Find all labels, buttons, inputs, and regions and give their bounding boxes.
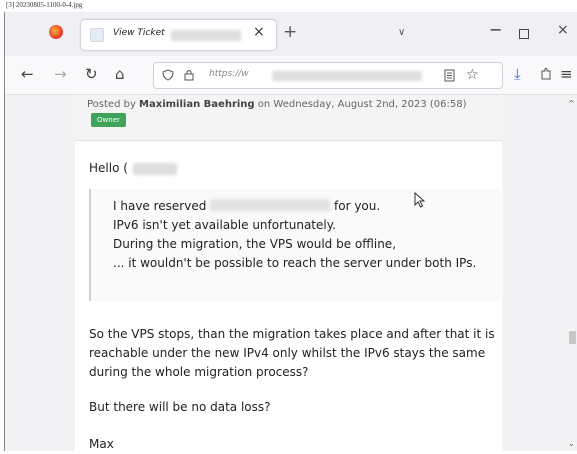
redacted-tab-title [171, 30, 241, 41]
quoted-text-block: I have reserved for you. IPv6 isn't yet … [89, 189, 503, 301]
redacted-ip [210, 199, 331, 211]
home-button[interactable]: ⌂ [115, 65, 125, 83]
tracking-protection-icon[interactable] [162, 69, 174, 81]
url-text: https://w [209, 69, 249, 79]
quote-content: I have reserved for you. IPv6 isn't yet … [113, 197, 493, 273]
tab-view-ticket[interactable]: View Ticket × [81, 20, 276, 50]
owner-badge: Owner [91, 113, 126, 127]
quote-line-1-end: for you. [334, 199, 381, 213]
posted-by-line: Posted by Maximilian Baehring on Wednesd… [87, 97, 497, 129]
ticket-reply: Posted by Maximilian Baehring on Wednesd… [75, 95, 503, 451]
image-caption: [3] 20230805-1100-0-4.jpg [6, 1, 83, 9]
redacted-name [133, 163, 177, 175]
page-right-margin [502, 95, 566, 451]
maximize-button[interactable] [519, 29, 529, 39]
mouse-cursor-icon [414, 192, 426, 208]
reply-paragraph-2: But there will be no data loss? [89, 400, 271, 414]
quote-line-1-start: I have reserved [113, 199, 207, 213]
list-all-tabs-button[interactable]: ∨ [398, 27, 405, 38]
page-content: Posted by Maximilian Baehring on Wednesd… [5, 95, 577, 451]
reader-view-icon[interactable] [444, 69, 455, 82]
posted-prefix: Posted by [87, 99, 140, 110]
page-left-margin [5, 95, 75, 451]
vertical-scrollbar[interactable]: ^ ⌄ [566, 95, 577, 451]
bookmark-star-icon[interactable]: ☆ [466, 66, 479, 84]
greeting: Hello ( [89, 159, 128, 178]
reply-paragraph-1: So the VPS stops, than the migration tak… [89, 327, 495, 379]
back-button[interactable]: ← [21, 65, 34, 83]
posted-date: on Wednesday, August 2nd, 2023 (06:58) [254, 99, 467, 110]
browser-window: View Ticket × + ∨ − × ← → ↻ ⌂ https://w [4, 12, 577, 451]
forward-button[interactable]: → [54, 65, 67, 83]
tab-favicon-icon [90, 28, 104, 42]
redacted-url [272, 71, 422, 81]
scroll-up-arrow-icon[interactable]: ^ [568, 99, 575, 108]
tab-close-button[interactable]: × [253, 24, 265, 40]
downloads-button[interactable]: ⤓ [514, 65, 521, 83]
author-name: Maximilian Baehring [139, 99, 255, 110]
address-bar[interactable]: https://w ☆ [153, 62, 503, 89]
greeting-text: Hello ( [89, 161, 128, 175]
window-close-button[interactable]: × [557, 22, 569, 38]
reload-button[interactable]: ↻ [85, 65, 98, 83]
quote-line-3: During the migration, the VPS would be o… [113, 237, 397, 251]
quote-line-1: I have reserved for you. [113, 197, 493, 216]
scroll-down-arrow-icon[interactable]: ⌄ [568, 439, 575, 448]
tab-title: View Ticket [113, 28, 165, 38]
tab-strip: View Ticket × + ∨ − × [5, 12, 577, 56]
new-tab-button[interactable]: + [283, 22, 297, 42]
app-menu-button[interactable]: ≡ [560, 65, 573, 83]
scrollbar-thumb[interactable] [569, 331, 576, 344]
minimize-button[interactable]: − [489, 20, 502, 39]
lock-icon[interactable] [184, 68, 194, 81]
reply-header: Posted by Maximilian Baehring on Wednesd… [75, 95, 502, 141]
signature: Max [89, 437, 114, 451]
firefox-view-icon[interactable] [49, 25, 63, 39]
navigation-toolbar: ← → ↻ ⌂ https://w ☆ ⤓ » ≡ [5, 56, 577, 95]
quote-line-2: IPv6 isn't yet available unfortunately. [113, 218, 336, 232]
quote-line-4: ... it wouldn't be possible to reach the… [113, 256, 477, 270]
extensions-icon[interactable] [540, 67, 552, 81]
